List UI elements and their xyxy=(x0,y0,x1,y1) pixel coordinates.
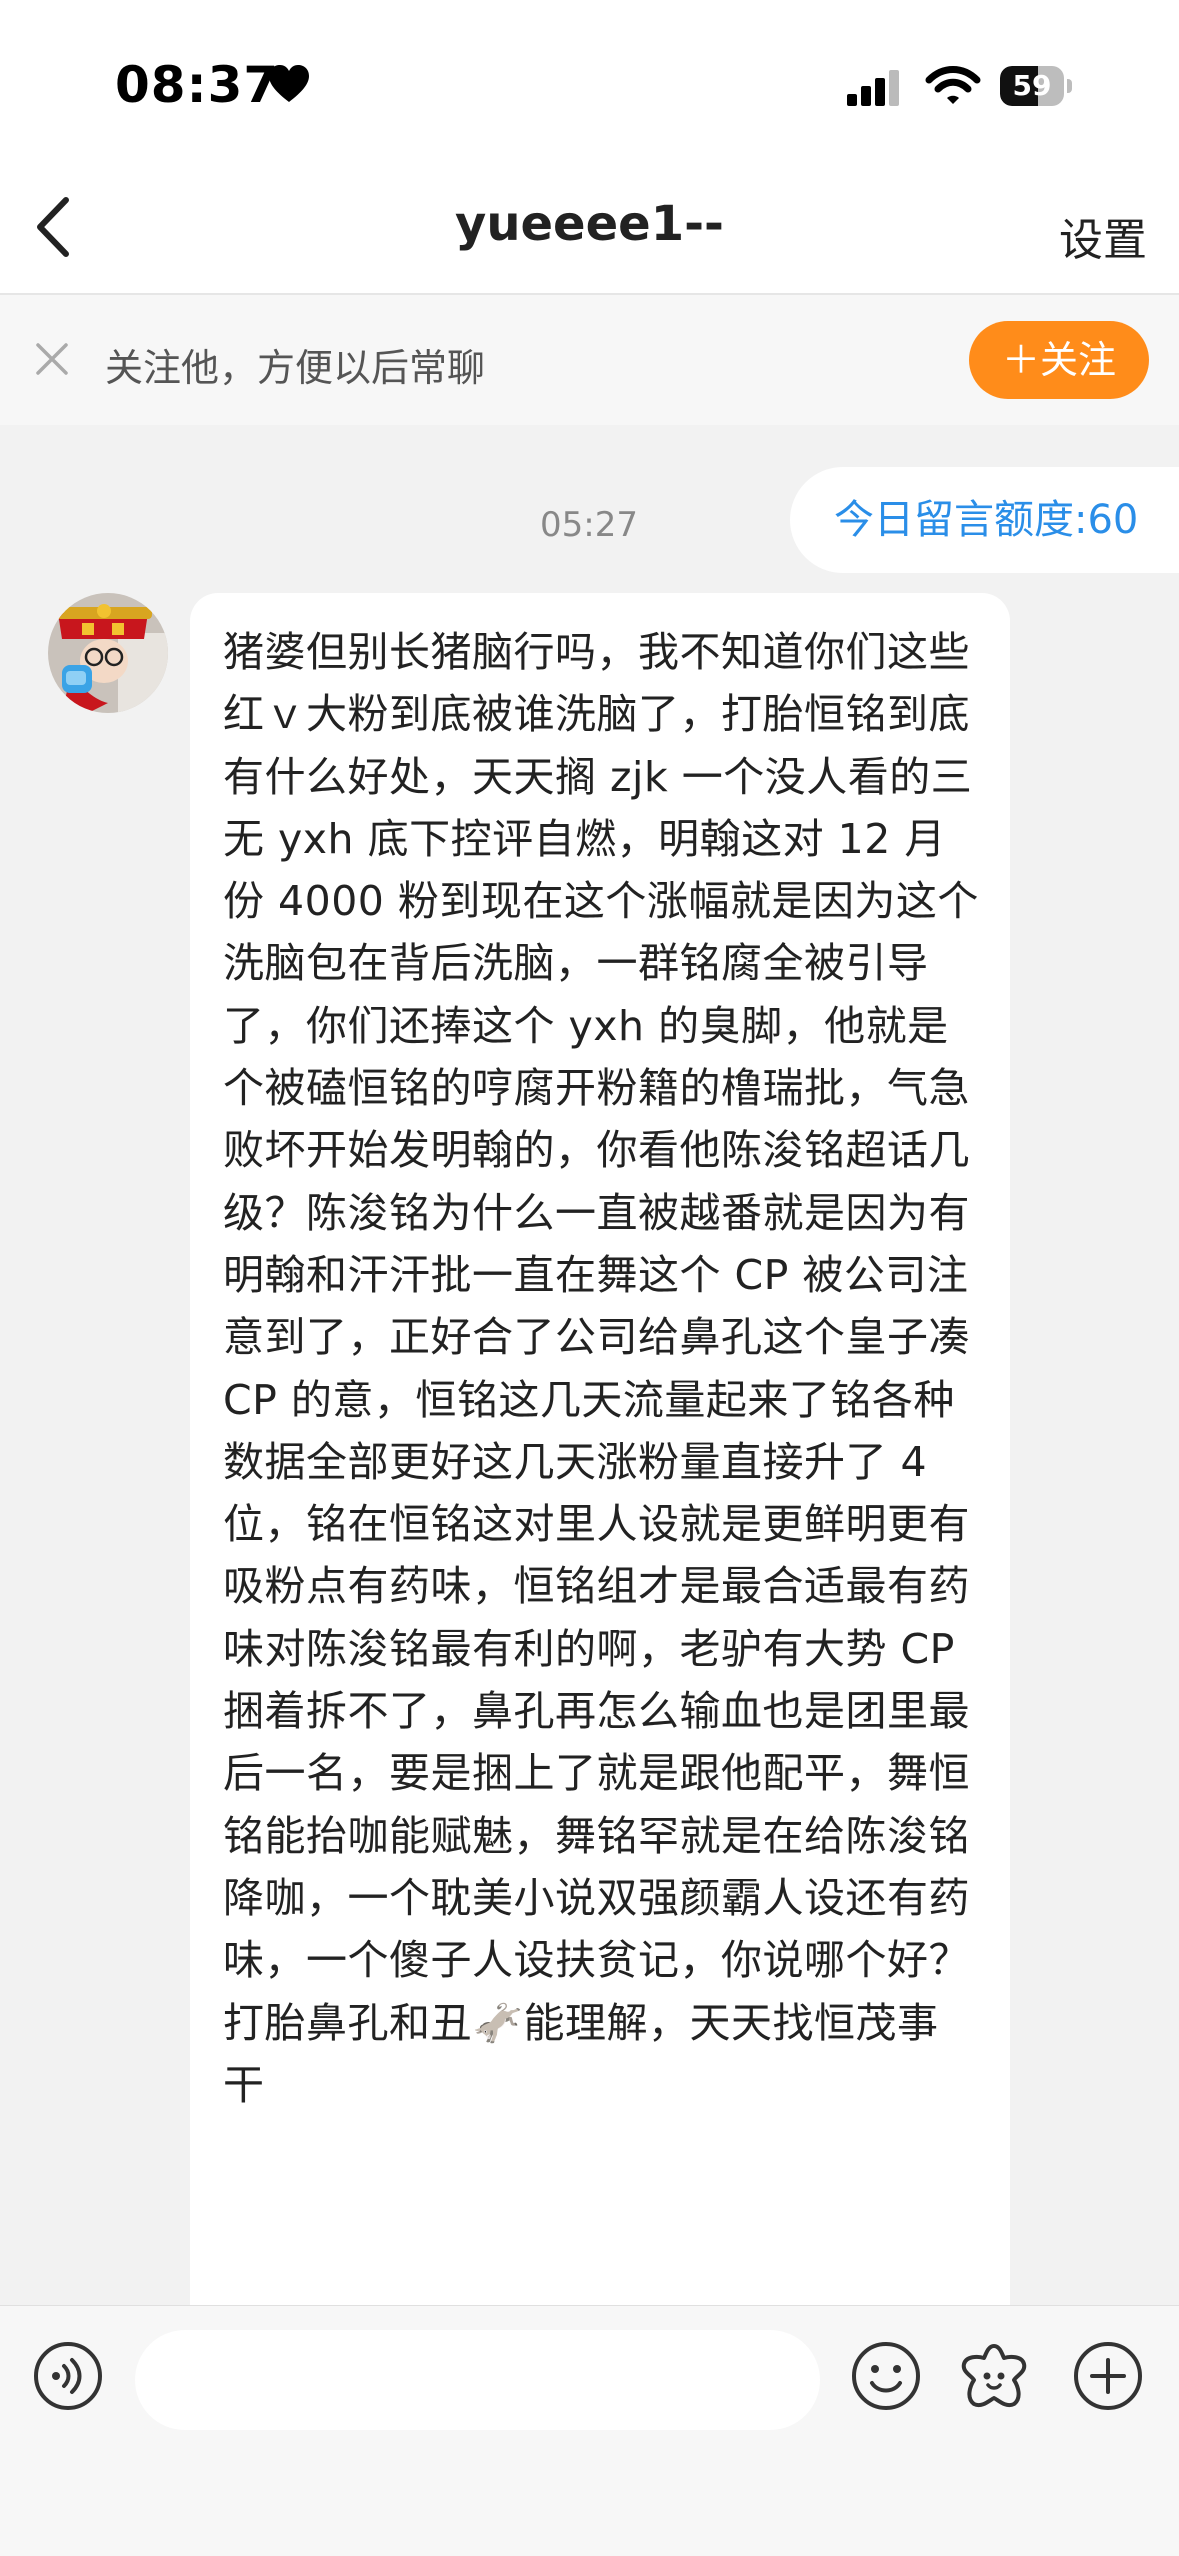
close-icon[interactable] xyxy=(34,341,70,377)
settings-button[interactable]: 设置 xyxy=(1059,204,1147,268)
voice-icon[interactable] xyxy=(32,2340,104,2412)
page-title: yueeee1-- xyxy=(455,196,724,252)
message-text: 猪婆但别长猪脑行吗，我不知道你们这些红ｖ大粉到底被谁洗脑了，打胎恒铭到底有什么好… xyxy=(223,628,979,2109)
follow-button[interactable]: ＋关注 xyxy=(969,321,1149,399)
message-bubble[interactable]: 猪婆但别长猪脑行吗，我不知道你们这些红ｖ大粉到底被谁洗脑了，打胎恒铭到底有什么好… xyxy=(190,593,1010,2305)
message-timestamp: 05:27 xyxy=(540,505,638,545)
wifi-icon xyxy=(925,66,981,104)
follow-prompt-bar: 关注他，方便以后常聊 ＋关注 xyxy=(0,295,1179,425)
heart-icon xyxy=(269,65,309,102)
emoji-icon[interactable] xyxy=(850,2340,922,2412)
follow-prompt-text: 关注他，方便以后常聊 xyxy=(105,346,486,390)
cellular-signal-icon xyxy=(847,70,899,106)
avatar[interactable] xyxy=(48,593,168,713)
message-input[interactable] xyxy=(135,2330,820,2430)
status-bar: 08:37 59 xyxy=(0,0,1179,170)
plus-icon[interactable] xyxy=(1072,2340,1144,2412)
quota-bubble: 今日留言额度:60 xyxy=(790,467,1179,573)
nav-bar: yueeee1-- 设置 xyxy=(0,170,1179,295)
sticker-icon[interactable] xyxy=(958,2340,1030,2412)
avatar-image xyxy=(48,593,168,713)
battery-level: 59 xyxy=(1012,69,1052,102)
battery-icon: 59 xyxy=(1000,66,1072,106)
status-time: 08:37 xyxy=(115,56,280,114)
chat-area[interactable]: 05:27 今日留言额度:60 猪婆但别长猪脑行吗，我不知道你们这些红ｖ大粉到底… xyxy=(0,425,1179,2305)
input-bar xyxy=(0,2305,1179,2556)
